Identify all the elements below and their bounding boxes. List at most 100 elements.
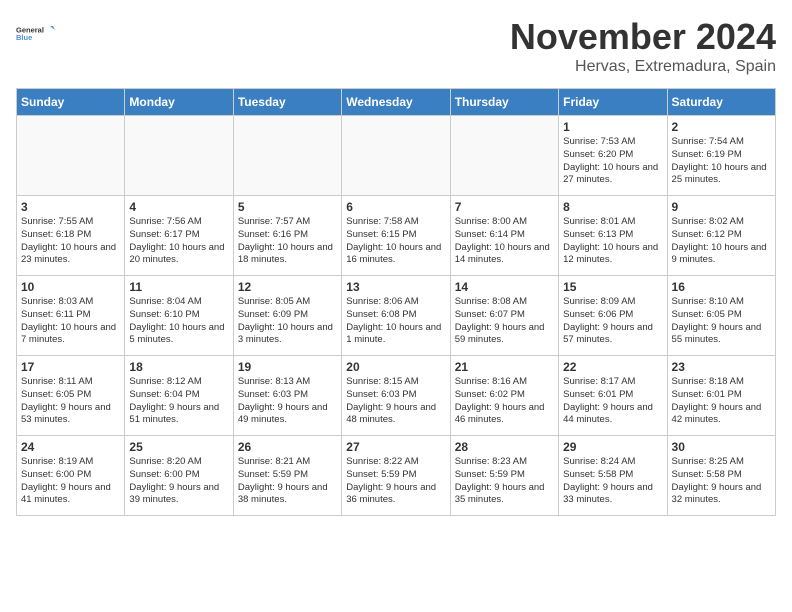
title-block: November 2024 Hervas, Extremadura, Spain [510,16,776,76]
day-number: 30 [672,440,771,454]
header-sunday: Sunday [17,89,125,116]
day-cell: 14 Sunrise: 8:08 AM Sunset: 6:07 PM Dayli… [450,276,558,356]
day-cell: 7 Sunrise: 8:00 AM Sunset: 6:14 PM Daylig… [450,196,558,276]
day-info: Sunrise: 8:18 AM Sunset: 6:01 PM Dayligh… [672,376,771,427]
header-tuesday: Tuesday [233,89,341,116]
location: Hervas, Extremadura, Spain [510,58,776,76]
day-info: Sunrise: 8:04 AM Sunset: 6:10 PM Dayligh… [129,296,228,347]
day-number: 22 [563,360,662,374]
day-cell: 17Sunrise: 8:11 AM Sunset: 6:05 PM Dayli… [17,356,125,436]
day-cell: 16Sunrise: 8:10 AM Sunset: 6:05 PM Dayli… [667,276,775,356]
day-number: 5 [238,200,337,214]
day-info: Sunrise: 8:25 AM Sunset: 5:58 PM Dayligh… [672,456,771,507]
day-cell: 19Sunrise: 8:13 AM Sunset: 6:03 PM Dayli… [233,356,341,436]
day-info: Sunrise: 8:00 AM Sunset: 6:14 PM Dayligh… [455,216,554,267]
day-info: Sunrise: 8:12 AM Sunset: 6:04 PM Dayligh… [129,376,228,427]
page-header: General Blue November 2024 Hervas, Extre… [16,16,776,76]
day-info: Sunrise: 8:15 AM Sunset: 6:03 PM Dayligh… [346,376,445,427]
day-cell: 8 Sunrise: 8:01 AM Sunset: 6:13 PM Daylig… [559,196,667,276]
day-number: 29 [563,440,662,454]
day-number: 12 [238,280,337,294]
week-row-0: 1 Sunrise: 7:53 AM Sunset: 6:20 PM Daylig… [17,116,776,196]
day-cell: 20 Sunrise: 8:15 AM Sunset: 6:03 PM Dayli… [342,356,450,436]
day-info: Sunrise: 8:08 AM Sunset: 6:07 PM Dayligh… [455,296,554,347]
day-number: 7 [455,200,554,214]
day-cell: 18 Sunrise: 8:12 AM Sunset: 6:04 PM Dayli… [125,356,233,436]
day-cell: 21 Sunrise: 8:16 AM Sunset: 6:02 PM Dayli… [450,356,558,436]
day-info: Sunrise: 7:55 AM Sunset: 6:18 PM Dayligh… [21,216,120,267]
header-monday: Monday [125,89,233,116]
day-number: 10 [21,280,120,294]
day-number: 27 [346,440,445,454]
header-row: SundayMondayTuesdayWednesdayThursdayFrid… [17,89,776,116]
day-info: Sunrise: 8:03 AM Sunset: 6:11 PM Dayligh… [21,296,120,347]
day-info: Sunrise: 8:20 AM Sunset: 6:00 PM Dayligh… [129,456,228,507]
day-info: Sunrise: 7:58 AM Sunset: 6:15 PM Dayligh… [346,216,445,267]
day-cell: 30 Sunrise: 8:25 AM Sunset: 5:58 PM Dayli… [667,436,775,516]
day-cell: 29 Sunrise: 8:24 AM Sunset: 5:58 PM Dayli… [559,436,667,516]
day-number: 19 [238,360,337,374]
day-info: Sunrise: 8:24 AM Sunset: 5:58 PM Dayligh… [563,456,662,507]
day-number: 26 [238,440,337,454]
day-info: Sunrise: 8:02 AM Sunset: 6:12 PM Dayligh… [672,216,771,267]
day-cell: 5 Sunrise: 7:57 AM Sunset: 6:16 PM Daylig… [233,196,341,276]
day-info: Sunrise: 8:22 AM Sunset: 5:59 PM Dayligh… [346,456,445,507]
day-info: Sunrise: 7:56 AM Sunset: 6:17 PM Dayligh… [129,216,228,267]
day-number: 2 [672,120,771,134]
day-info: Sunrise: 8:11 AM Sunset: 6:05 PM Dayligh… [21,376,120,427]
day-cell: 6 Sunrise: 7:58 AM Sunset: 6:15 PM Daylig… [342,196,450,276]
day-cell: 28 Sunrise: 8:23 AM Sunset: 5:59 PM Dayli… [450,436,558,516]
day-cell [342,116,450,196]
week-row-3: 17Sunrise: 8:11 AM Sunset: 6:05 PM Dayli… [17,356,776,436]
day-cell: 22 Sunrise: 8:17 AM Sunset: 6:01 PM Dayli… [559,356,667,436]
day-info: Sunrise: 8:01 AM Sunset: 6:13 PM Dayligh… [563,216,662,267]
day-cell [17,116,125,196]
day-info: Sunrise: 8:21 AM Sunset: 5:59 PM Dayligh… [238,456,337,507]
month-title: November 2024 [510,16,776,58]
day-cell: 15 Sunrise: 8:09 AM Sunset: 6:06 PM Dayli… [559,276,667,356]
day-cell: 1 Sunrise: 7:53 AM Sunset: 6:20 PM Daylig… [559,116,667,196]
day-info: Sunrise: 8:23 AM Sunset: 5:59 PM Dayligh… [455,456,554,507]
day-number: 6 [346,200,445,214]
day-cell: 10 Sunrise: 8:03 AM Sunset: 6:11 PM Dayli… [17,276,125,356]
day-cell: 27 Sunrise: 8:22 AM Sunset: 5:59 PM Dayli… [342,436,450,516]
day-number: 21 [455,360,554,374]
day-cell: 23 Sunrise: 8:18 AM Sunset: 6:01 PM Dayli… [667,356,775,436]
day-number: 25 [129,440,228,454]
day-info: Sunrise: 8:17 AM Sunset: 6:01 PM Dayligh… [563,376,662,427]
day-number: 16 [672,280,771,294]
day-number: 18 [129,360,228,374]
day-cell: 13 Sunrise: 8:06 AM Sunset: 6:08 PM Dayli… [342,276,450,356]
week-row-1: 3Sunrise: 7:55 AM Sunset: 6:18 PM Daylig… [17,196,776,276]
day-number: 14 [455,280,554,294]
day-info: Sunrise: 8:09 AM Sunset: 6:06 PM Dayligh… [563,296,662,347]
day-cell: 2 Sunrise: 7:54 AM Sunset: 6:19 PM Daylig… [667,116,775,196]
svg-text:Blue: Blue [16,33,32,42]
day-info: Sunrise: 8:06 AM Sunset: 6:08 PM Dayligh… [346,296,445,347]
header-thursday: Thursday [450,89,558,116]
header-wednesday: Wednesday [342,89,450,116]
day-number: 11 [129,280,228,294]
day-cell: 9 Sunrise: 8:02 AM Sunset: 6:12 PM Daylig… [667,196,775,276]
day-cell: 24Sunrise: 8:19 AM Sunset: 6:00 PM Dayli… [17,436,125,516]
day-number: 9 [672,200,771,214]
day-info: Sunrise: 7:53 AM Sunset: 6:20 PM Dayligh… [563,136,662,187]
day-info: Sunrise: 7:54 AM Sunset: 6:19 PM Dayligh… [672,136,771,187]
day-cell: 26 Sunrise: 8:21 AM Sunset: 5:59 PM Dayli… [233,436,341,516]
day-info: Sunrise: 8:16 AM Sunset: 6:02 PM Dayligh… [455,376,554,427]
logo-svg: General Blue [16,16,56,52]
day-number: 23 [672,360,771,374]
day-number: 20 [346,360,445,374]
day-number: 1 [563,120,662,134]
day-cell: 11 Sunrise: 8:04 AM Sunset: 6:10 PM Dayli… [125,276,233,356]
day-info: Sunrise: 7:57 AM Sunset: 6:16 PM Dayligh… [238,216,337,267]
header-friday: Friday [559,89,667,116]
day-cell [233,116,341,196]
day-number: 15 [563,280,662,294]
header-saturday: Saturday [667,89,775,116]
day-number: 28 [455,440,554,454]
day-number: 8 [563,200,662,214]
day-number: 24 [21,440,120,454]
day-number: 13 [346,280,445,294]
day-number: 4 [129,200,228,214]
